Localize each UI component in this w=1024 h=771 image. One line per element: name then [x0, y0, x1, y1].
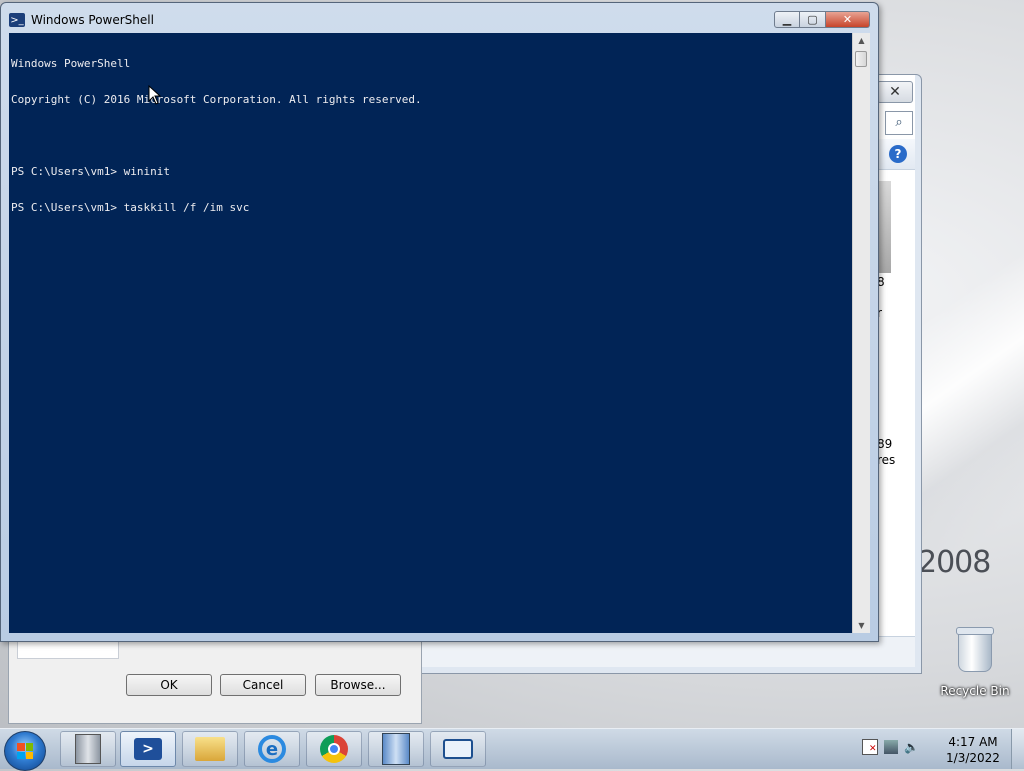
taskbar-remote-desktop[interactable]: [430, 731, 486, 767]
console-line: PS C:\Users\vm1> taskkill /f /im svc: [11, 201, 250, 214]
windows-logo-icon: [17, 743, 33, 759]
window-title: Windows PowerShell: [31, 13, 154, 27]
maximize-button[interactable]: ▢: [800, 11, 826, 28]
console-line: Copyright (C) 2016 Microsoft Corporation…: [11, 93, 422, 106]
recycle-bin[interactable]: Recycle Bin: [940, 627, 1010, 698]
recycle-bin-label: Recycle Bin: [940, 684, 1010, 698]
console-line: Windows PowerShell: [11, 57, 131, 70]
console-output[interactable]: Windows PowerShell Copyright (C) 2016 Mi…: [9, 33, 852, 633]
recycle-bin-icon[interactable]: [956, 627, 994, 672]
powershell-icon: >_: [9, 13, 25, 27]
close-button[interactable]: ✕: [826, 11, 870, 28]
taskbar-server-tool[interactable]: [368, 731, 424, 767]
scrollbar-thumb[interactable]: [855, 51, 867, 67]
background-window-text: res: [877, 453, 896, 467]
background-window-close-button[interactable]: ✕: [877, 81, 913, 103]
action-center-flag-icon[interactable]: [862, 739, 878, 755]
window-title-bar[interactable]: >_ Windows PowerShell: [9, 11, 154, 29]
network-icon[interactable]: [884, 740, 898, 754]
server-tool-icon: [382, 733, 410, 765]
scroll-up-arrow-icon[interactable]: ▲: [853, 33, 870, 48]
taskbar-powershell[interactable]: >: [120, 731, 176, 767]
help-icon[interactable]: ?: [889, 145, 907, 163]
console-line: PS C:\Users\vm1> wininit: [11, 165, 170, 178]
volume-icon[interactable]: 🔈: [904, 740, 919, 754]
taskbar-chrome[interactable]: [306, 731, 362, 767]
chrome-icon: [320, 735, 348, 763]
server-manager-icon: [75, 734, 101, 764]
taskbar-file-explorer[interactable]: [182, 731, 238, 767]
remote-desktop-icon: [443, 739, 473, 759]
taskbar-internet-explorer[interactable]: e: [244, 731, 300, 767]
clock-time: 4:17 AM: [948, 735, 998, 749]
cancel-button[interactable]: Cancel: [220, 674, 306, 696]
browse-button[interactable]: Browse...: [315, 674, 401, 696]
clock-date: 1/3/2022: [946, 751, 1000, 765]
internet-explorer-icon: e: [258, 735, 286, 763]
window-caption-buttons: ▁ ▢ ✕: [774, 11, 870, 28]
vertical-scrollbar[interactable]: ▲ ▼: [852, 33, 870, 633]
ok-button[interactable]: OK: [126, 674, 212, 696]
scroll-down-arrow-icon[interactable]: ▼: [853, 618, 870, 633]
taskbar: > e 🔈 4:17 AM 1/3/2022: [0, 728, 1024, 771]
system-tray: 🔈: [862, 739, 919, 755]
show-desktop-button[interactable]: [1011, 729, 1024, 769]
taskbar-server-manager[interactable]: [60, 731, 116, 767]
powershell-window: >_ Windows PowerShell ▁ ▢ ✕ Windows Powe…: [0, 2, 879, 642]
background-window-text: 89: [877, 437, 893, 451]
search-icon[interactable]: ⌕: [885, 111, 913, 135]
powershell-icon: >: [134, 738, 162, 760]
start-button[interactable]: [4, 731, 46, 771]
minimize-button[interactable]: ▁: [774, 11, 800, 28]
clock[interactable]: 4:17 AM 1/3/2022: [942, 734, 1004, 766]
wallpaper-brand-text: 2008: [918, 545, 991, 580]
file-explorer-icon: [195, 737, 225, 761]
background-window-preview-panel: [877, 181, 891, 273]
